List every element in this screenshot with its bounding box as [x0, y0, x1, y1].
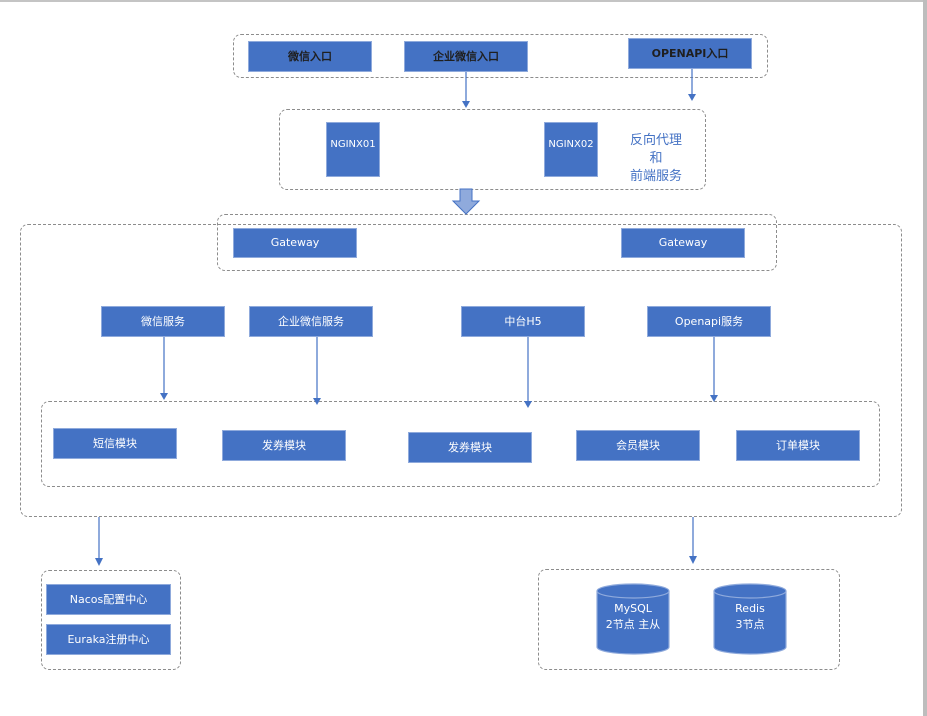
- proxy-description-line: 前端服务: [629, 169, 682, 184]
- mysql-label: MySQL 2节点 主从: [596, 601, 670, 633]
- nginx-node-1[interactable]: NGINX01: [326, 122, 380, 177]
- gateway-node-1[interactable]: Gateway: [233, 228, 357, 258]
- window-top-edge: [0, 0, 927, 2]
- entry-enterprise-wechat[interactable]: 企业微信入口: [404, 41, 528, 72]
- nacos-config-center[interactable]: Nacos配置中心: [46, 584, 171, 615]
- arrow-application-to-registry: [95, 517, 103, 566]
- module-order[interactable]: 订单模块: [736, 430, 860, 461]
- proxy-description-line: 反向代理: [629, 133, 682, 148]
- gateway-node-2[interactable]: Gateway: [621, 228, 745, 258]
- service-enterprise-wechat[interactable]: 企业微信服务: [249, 306, 373, 337]
- module-sms[interactable]: 短信模块: [53, 428, 177, 459]
- arrow-application-to-storage: [689, 517, 697, 564]
- nginx-node-2[interactable]: NGINX02: [544, 122, 598, 177]
- service-wechat[interactable]: 微信服务: [101, 306, 225, 337]
- service-h5-platform[interactable]: 中台H5: [461, 306, 585, 337]
- mysql-name: MySQL: [614, 602, 652, 615]
- mysql-database[interactable]: MySQL 2节点 主从: [596, 583, 670, 655]
- redis-database[interactable]: Redis 3节点: [713, 583, 787, 655]
- mysql-detail: 2节点 主从: [605, 618, 661, 631]
- entry-openapi[interactable]: OPENAPI入口: [628, 38, 752, 69]
- redis-detail: 3节点: [735, 618, 765, 631]
- storage-group: [538, 569, 840, 670]
- module-coupon-2[interactable]: 发券模块: [408, 432, 532, 463]
- block-arrow-proxy-to-gateway: [451, 188, 481, 215]
- page-scroll-edge: [923, 0, 927, 716]
- module-member[interactable]: 会员模块: [576, 430, 700, 461]
- redis-name: Redis: [735, 602, 765, 615]
- proxy-description-line: 和: [649, 151, 663, 166]
- service-openapi[interactable]: Openapi服务: [647, 306, 771, 337]
- eureka-registry-center[interactable]: Euraka注册中心: [46, 624, 171, 655]
- proxy-description: 反向代理 和 前端服务: [620, 132, 692, 186]
- module-coupon-1[interactable]: 发券模块: [222, 430, 346, 461]
- entry-wechat[interactable]: 微信入口: [248, 41, 372, 72]
- redis-label: Redis 3节点: [713, 601, 787, 633]
